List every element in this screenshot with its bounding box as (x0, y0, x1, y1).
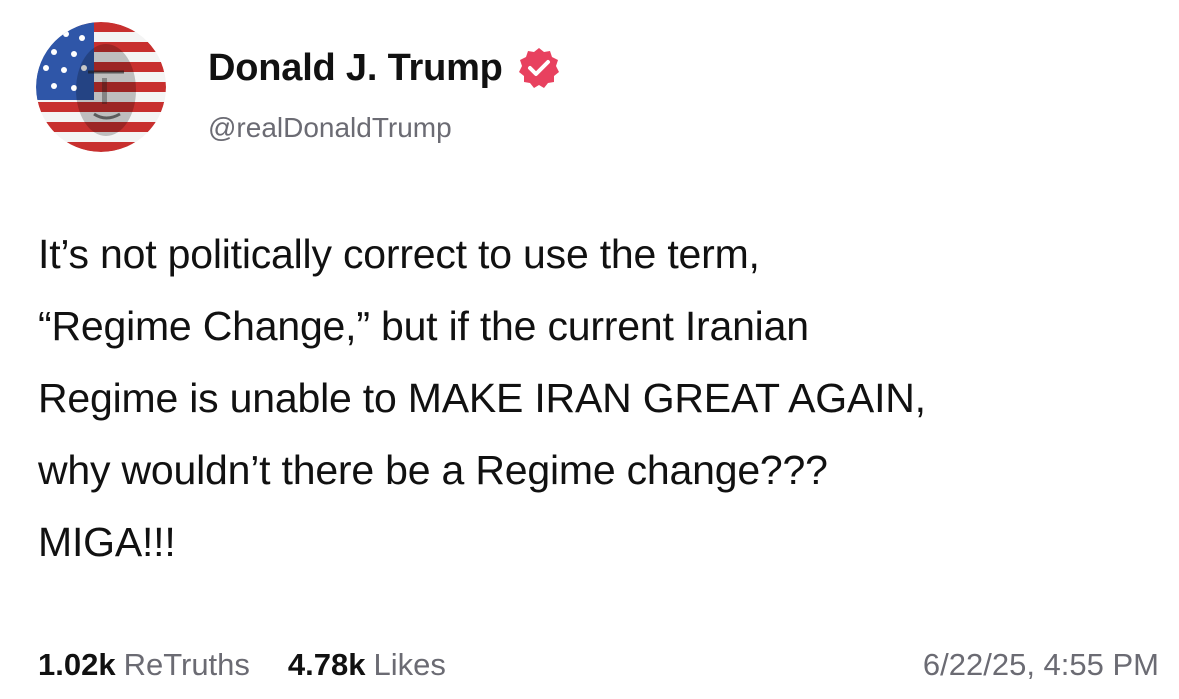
likes-stat[interactable]: 4.78k Likes (288, 647, 446, 683)
author-handle[interactable]: @realDonaldTrump (208, 112, 561, 144)
post-content: It’s not politically correct to use the … (38, 218, 1148, 578)
retruths-label: ReTruths (123, 647, 250, 682)
verified-badge-icon (517, 46, 561, 90)
content-line: why wouldn’t there be a Regime change??? (38, 447, 828, 493)
name-row: Donald J. Trump (208, 42, 561, 94)
post-footer: 1.02k ReTruths 4.78k Likes 6/22/25, 4:55… (38, 640, 1159, 690)
author-block: Donald J. Trump @realDonaldTrump (208, 42, 561, 144)
content-line: MIGA!!! (38, 519, 176, 565)
flag-face-avatar-icon (36, 22, 166, 152)
likes-label: Likes (373, 647, 446, 682)
content-line: Regime is unable to MAKE IRAN GREAT AGAI… (38, 375, 926, 421)
content-line: It’s not politically correct to use the … (38, 231, 760, 277)
post-card: Donald J. Trump @realDonaldTrump It’s no… (0, 0, 1179, 699)
post-timestamp[interactable]: 6/22/25, 4:55 PM (923, 647, 1159, 683)
avatar[interactable] (36, 22, 166, 152)
likes-count: 4.78k (287, 647, 366, 682)
retruths-stat[interactable]: 1.02k ReTruths (38, 647, 250, 683)
content-line: “Regime Change,” but if the current Iran… (38, 303, 809, 349)
retruths-count: 1.02k (38, 647, 116, 682)
display-name[interactable]: Donald J. Trump (208, 47, 503, 90)
